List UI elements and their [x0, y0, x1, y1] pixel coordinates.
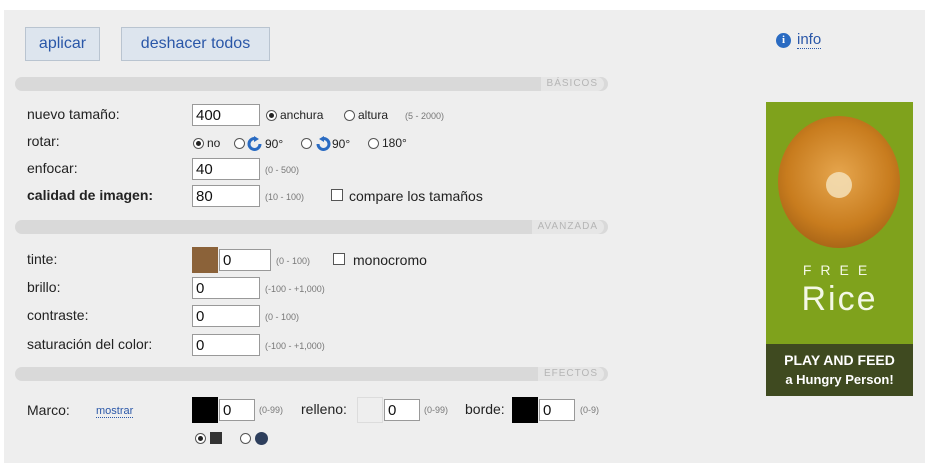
saturation-label: saturación del color:: [27, 336, 153, 352]
size-width-label: anchura: [280, 108, 324, 122]
brightness-input[interactable]: [192, 277, 260, 299]
brightness-hint: (-100 - +1,000): [265, 284, 325, 294]
compare-sizes-checkbox[interactable]: [331, 189, 343, 201]
info-icon[interactable]: i: [776, 33, 791, 48]
ad-rice-text: Rice: [801, 280, 878, 318]
frame-color-swatch[interactable]: [192, 397, 218, 423]
tint-hint: (0 - 100): [276, 256, 311, 266]
contrast-input[interactable]: [192, 305, 260, 327]
ad-free-text: FREE: [802, 262, 877, 278]
sharpen-input[interactable]: [192, 158, 260, 180]
monochrome-checkbox[interactable]: [333, 253, 345, 265]
rotate-clockwise-icon: [247, 136, 262, 151]
shape-circle-radio[interactable]: [240, 433, 251, 444]
rotate-counterclockwise-icon: [316, 136, 331, 151]
section-bar-basic: BÁSICOS: [15, 77, 608, 91]
contrast-label: contraste:: [27, 307, 89, 323]
rotate-180-label: 180°: [382, 136, 407, 150]
quality-input[interactable]: [192, 185, 260, 207]
rotate-no-label: no: [207, 136, 221, 150]
sharpen-label: enfocar:: [27, 160, 78, 176]
section-label-effects: EFECTOS: [537, 367, 604, 381]
padding-color-swatch[interactable]: [357, 397, 383, 423]
frame-hint: (0-99): [259, 405, 284, 415]
padding-hint: (0-99): [424, 405, 449, 415]
rotate-no-radio[interactable]: [193, 137, 204, 149]
rotate-90cw-radio[interactable]: [234, 138, 245, 149]
size-height-radio[interactable]: [344, 109, 355, 121]
new-size-input[interactable]: [192, 104, 260, 126]
show-frame-link[interactable]: mostrar: [96, 405, 134, 418]
apply-button[interactable]: aplicar: [25, 27, 100, 61]
rotate-90ccw-option[interactable]: 90°: [301, 136, 350, 151]
border-label: borde:: [465, 401, 505, 417]
size-width-radio[interactable]: [266, 109, 277, 121]
section-label-basic: BÁSICOS: [540, 77, 604, 91]
section-label-advanced: AVANZADA: [531, 220, 604, 234]
rotate-90cw-label: 90°: [265, 136, 284, 151]
sharpen-hint: (0 - 500): [265, 165, 300, 175]
new-size-hint: (5 - 2000): [405, 111, 445, 121]
saturation-hint: (-100 - +1,000): [265, 341, 325, 351]
tint-label: tinte:: [27, 251, 58, 267]
compare-sizes-label: compare los tamaños: [349, 188, 483, 204]
rotate-90ccw-radio[interactable]: [301, 138, 312, 149]
monochrome-label: monocromo: [353, 252, 427, 268]
shape-circle-option[interactable]: [240, 432, 268, 445]
shape-square-option[interactable]: [195, 432, 222, 444]
quality-hint: (10 - 100): [265, 192, 305, 202]
size-height-option[interactable]: altura: [344, 108, 388, 122]
ad-play-text: PLAY AND FEED: [784, 352, 895, 368]
rotate-90cw-option[interactable]: 90°: [234, 136, 283, 151]
tint-color-swatch[interactable]: [192, 247, 218, 273]
section-bar-advanced: AVANZADA: [15, 220, 608, 234]
padding-label: relleno:: [301, 401, 347, 417]
border-input[interactable]: [539, 399, 575, 421]
brightness-label: brillo:: [27, 279, 61, 295]
undo-all-button[interactable]: deshacer todos: [121, 27, 270, 61]
info-link[interactable]: info: [797, 32, 822, 49]
rotate-90ccw-label: 90°: [332, 136, 351, 151]
border-hint: (0-9): [580, 405, 600, 415]
quality-label: calidad de imagen:: [27, 187, 154, 203]
border-color-swatch[interactable]: [512, 397, 538, 423]
rice-logo-icon: [826, 172, 852, 198]
rotate-180-option[interactable]: 180°: [368, 136, 407, 150]
size-height-label: altura: [358, 108, 389, 122]
rotate-no-option[interactable]: no: [193, 136, 220, 150]
saturation-input[interactable]: [192, 334, 260, 356]
frame-label: Marco:: [27, 402, 70, 418]
square-shape-icon: [210, 432, 222, 444]
circle-shape-icon: [255, 432, 268, 445]
tint-input[interactable]: [219, 249, 271, 271]
new-size-label: nuevo tamaño:: [27, 106, 120, 122]
freerice-ad-banner[interactable]: FREE Rice PLAY AND FEED a Hungry Person!: [766, 102, 913, 396]
ad-hungry-text: a Hungry Person!: [785, 372, 894, 387]
contrast-hint: (0 - 100): [265, 312, 300, 322]
rotate-label: rotar:: [27, 133, 60, 149]
rotate-180-radio[interactable]: [368, 137, 379, 149]
shape-square-radio[interactable]: [195, 432, 206, 444]
section-bar-effects: EFECTOS: [15, 367, 608, 381]
size-width-option[interactable]: anchura: [266, 108, 323, 122]
padding-input[interactable]: [384, 399, 420, 421]
frame-input[interactable]: [219, 399, 255, 421]
